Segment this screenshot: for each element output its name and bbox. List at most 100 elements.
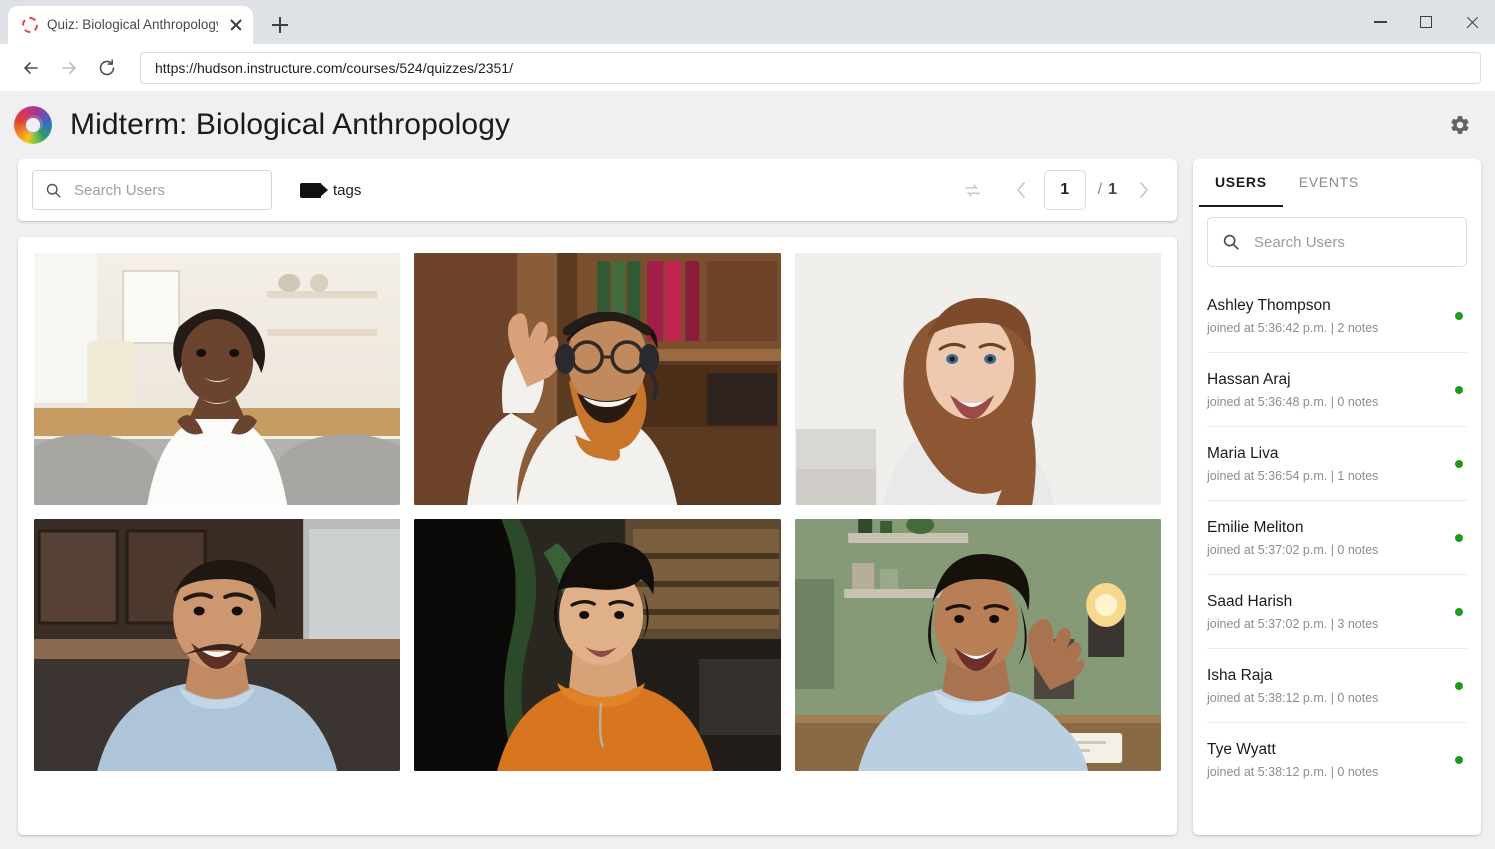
- video-grid-card: [18, 237, 1177, 835]
- status-badge: [1455, 607, 1463, 616]
- search-users-input[interactable]: Search Users: [32, 170, 272, 210]
- side-panel: USERS EVENTS Search Users Ashley Thompso…: [1193, 159, 1481, 835]
- video-tile[interactable]: [414, 519, 781, 771]
- user-info: Hassan Araj joined at 5:36:48 p.m. | 0 n…: [1207, 371, 1455, 409]
- panel-tabs: USERS EVENTS: [1193, 159, 1481, 207]
- prev-page-button[interactable]: [1006, 173, 1038, 207]
- repeat-icon: [965, 183, 980, 197]
- user-info: Maria Liva joined at 5:36:54 p.m. | 1 no…: [1207, 445, 1455, 483]
- reload-button[interactable]: [90, 51, 124, 85]
- page-title: Midterm: Biological Anthropology: [70, 108, 511, 141]
- maximize-button[interactable]: [1403, 0, 1449, 44]
- loading-circle-icon: [22, 17, 38, 33]
- app-body: Search Users tags 1 / 1 USERS EVENTS Sea…: [0, 159, 1495, 849]
- list-item[interactable]: Saad Harish joined at 5:37:02 p.m. | 3 n…: [1207, 575, 1467, 649]
- user-meta: joined at 5:37:02 p.m. | 0 notes: [1207, 542, 1379, 557]
- panel-search-placeholder: Search Users: [1254, 233, 1345, 251]
- list-item[interactable]: Maria Liva joined at 5:36:54 p.m. | 1 no…: [1207, 427, 1467, 501]
- user-meta: joined at 5:36:42 p.m. | 2 notes: [1207, 320, 1379, 335]
- url-text: https://hudson.instructure.com/courses/5…: [155, 59, 513, 76]
- close-icon[interactable]: [227, 16, 245, 34]
- participant-video-3: [794, 253, 1161, 505]
- close-button[interactable]: [1449, 0, 1495, 44]
- reload-icon: [99, 58, 115, 75]
- pagination: 1 /1: [956, 170, 1159, 210]
- participant-video-2: [414, 253, 781, 505]
- user-meta: joined at 5:38:12 p.m. | 0 notes: [1207, 690, 1379, 705]
- page-separator: /: [1097, 181, 1103, 198]
- page-total-value: 1: [1108, 181, 1117, 198]
- search-icon: [1223, 234, 1239, 250]
- tab-users[interactable]: USERS: [1199, 159, 1283, 207]
- video-tile[interactable]: [794, 253, 1161, 505]
- list-item[interactable]: Isha Raja joined at 5:38:12 p.m. | 0 not…: [1207, 649, 1467, 723]
- list-item[interactable]: Hassan Araj joined at 5:36:48 p.m. | 0 n…: [1207, 353, 1467, 427]
- next-page-button[interactable]: [1127, 173, 1159, 207]
- user-meta: joined at 5:37:02 p.m. | 3 notes: [1207, 616, 1379, 631]
- participant-video-4: [34, 519, 401, 771]
- video-grid: [34, 253, 1161, 771]
- user-info: Saad Harish joined at 5:37:02 p.m. | 3 n…: [1207, 593, 1455, 631]
- video-tile[interactable]: [34, 519, 401, 771]
- page-number-input[interactable]: 1: [1043, 170, 1086, 210]
- panel-search-users-input[interactable]: Search Users: [1207, 217, 1467, 267]
- gear-icon: [1451, 116, 1469, 134]
- chevron-left-icon: [1017, 182, 1025, 198]
- window-controls: [1357, 0, 1495, 44]
- status-badge: [1455, 681, 1463, 690]
- new-tab-button[interactable]: [265, 10, 295, 40]
- user-info: Emilie Meliton joined at 5:37:02 p.m. | …: [1207, 519, 1455, 557]
- search-users-placeholder: Search Users: [74, 181, 165, 199]
- forward-button[interactable]: [52, 51, 86, 85]
- browser-toolbar: https://hudson.instructure.com/courses/5…: [0, 44, 1495, 91]
- user-name: Hassan Araj: [1207, 370, 1291, 388]
- app-header: Midterm: Biological Anthropology: [0, 91, 1495, 159]
- user-name: Tye Wyatt: [1207, 741, 1276, 758]
- tags-filter-button[interactable]: tags: [300, 182, 361, 199]
- page-viewport: Midterm: Biological Anthropology Search …: [0, 91, 1495, 849]
- settings-button[interactable]: [1443, 108, 1477, 142]
- status-badge: [1455, 756, 1463, 764]
- status-badge: [1455, 385, 1463, 394]
- main-column: Search Users tags 1 / 1: [0, 159, 1193, 835]
- close-icon: [1465, 15, 1480, 30]
- user-meta: joined at 5:38:12 p.m. | 0 notes: [1207, 765, 1379, 779]
- page-total-label: /1: [1098, 181, 1117, 199]
- tab-events[interactable]: EVENTS: [1283, 159, 1375, 207]
- forward-arrow-icon: [62, 61, 76, 74]
- back-button[interactable]: [14, 51, 48, 85]
- search-icon: [46, 183, 61, 198]
- repeat-toggle-button[interactable]: [956, 173, 990, 207]
- status-badge: [1455, 311, 1463, 320]
- minimize-button[interactable]: [1357, 0, 1403, 44]
- user-meta: joined at 5:36:48 p.m. | 0 notes: [1207, 394, 1379, 409]
- url-bar[interactable]: https://hudson.instructure.com/courses/5…: [140, 51, 1481, 84]
- tag-icon: [300, 182, 328, 198]
- status-badge: [1455, 533, 1463, 542]
- user-name: Maria Liva: [1207, 444, 1279, 462]
- list-item[interactable]: Ashley Thompson joined at 5:36:42 p.m. |…: [1207, 279, 1467, 353]
- user-info: Isha Raja joined at 5:38:12 p.m. | 0 not…: [1207, 667, 1455, 705]
- user-list: Ashley Thompson joined at 5:36:42 p.m. |…: [1193, 279, 1481, 835]
- participant-video-6: [794, 519, 1161, 771]
- content-toolbar: Search Users tags 1 / 1: [18, 159, 1177, 221]
- browser-tab[interactable]: Quiz: Biological Anthropology: [8, 6, 253, 44]
- tab-strip: Quiz: Biological Anthropology: [0, 0, 1495, 44]
- user-info: Tye Wyatt joined at 5:38:12 p.m. | 0 not…: [1207, 741, 1455, 779]
- user-name: Emilie Meliton: [1207, 518, 1304, 536]
- video-tile[interactable]: [414, 253, 781, 505]
- list-item[interactable]: Tye Wyatt joined at 5:38:12 p.m. | 0 not…: [1207, 723, 1467, 797]
- user-name: Isha Raja: [1207, 666, 1273, 684]
- user-name: Ashley Thompson: [1207, 296, 1331, 314]
- canvas-spiral-logo: [14, 106, 52, 144]
- participant-video-1: [34, 253, 401, 505]
- list-item[interactable]: Emilie Meliton joined at 5:37:02 p.m. | …: [1207, 501, 1467, 575]
- video-tile[interactable]: [34, 253, 401, 505]
- user-meta: joined at 5:36:54 p.m. | 1 notes: [1207, 468, 1379, 483]
- video-tile[interactable]: [794, 519, 1161, 771]
- user-info: Ashley Thompson joined at 5:36:42 p.m. |…: [1207, 297, 1455, 335]
- minimize-icon: [1373, 21, 1387, 23]
- browser-window: Quiz: Biological Anthropology https://hu…: [0, 0, 1495, 849]
- chevron-right-icon: [1139, 182, 1148, 198]
- back-arrow-icon: [24, 61, 38, 74]
